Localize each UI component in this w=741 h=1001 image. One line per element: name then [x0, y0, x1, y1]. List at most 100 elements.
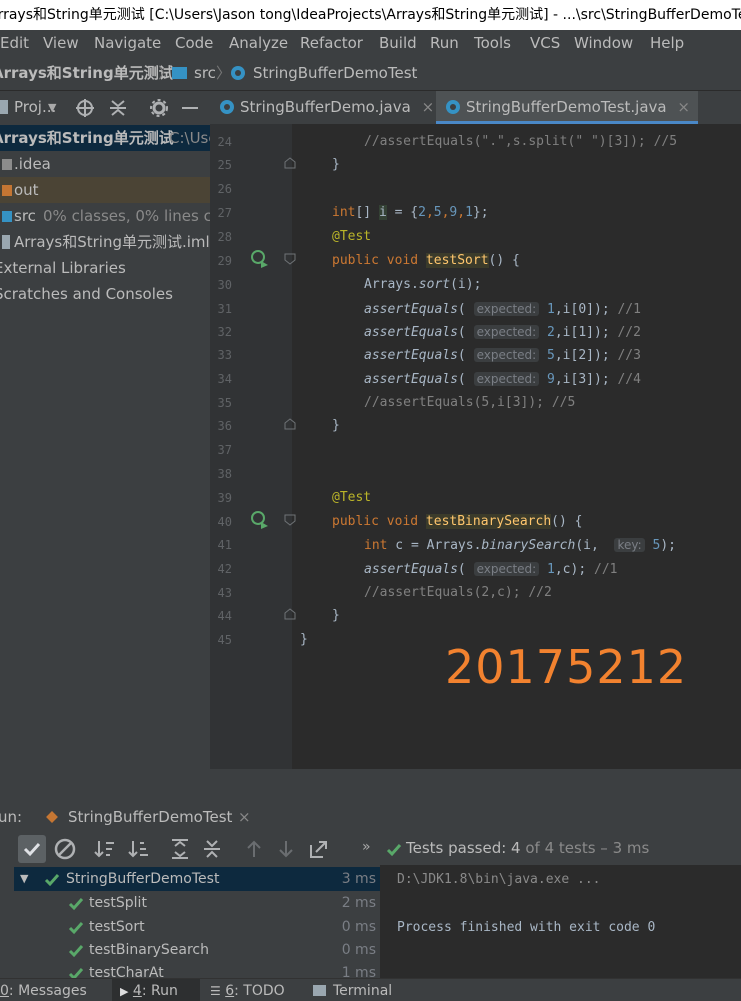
close-icon[interactable]: × [238, 801, 251, 833]
run-config-name[interactable]: StringBufferDemoTest [68, 801, 232, 833]
show-ignored-icon[interactable] [51, 835, 79, 863]
test-tree-item[interactable]: testSplit 2 ms [14, 891, 380, 915]
expand-chevron-icon[interactable]: ▼ [20, 867, 28, 891]
code-token: ,i[1]); [554, 325, 618, 340]
fold-marker-icon[interactable] [284, 418, 296, 430]
keyword: int [332, 205, 356, 220]
menu-build[interactable]: Build [379, 30, 417, 56]
tool-tab-todo[interactable]: ☰ 6: TODO [210, 979, 285, 1001]
tree-item-idea[interactable]: .idea [0, 151, 210, 177]
fold-marker-icon[interactable] [284, 157, 296, 169]
code-token: }; [472, 205, 489, 220]
previous-failed-icon[interactable] [240, 835, 268, 863]
collapse-all-icon[interactable] [110, 99, 126, 117]
test-tree-item[interactable]: testBinarySearch 0 ms [14, 938, 380, 962]
comment: //2 [617, 325, 641, 340]
tree-item-src[interactable]: src 0% classes, 0% lines co [0, 203, 210, 229]
code-token: (i); [450, 277, 482, 292]
line-number: 37 [217, 443, 232, 457]
breadcrumb-file[interactable]: StringBufferDemoTest [253, 56, 417, 90]
close-icon[interactable]: × [677, 98, 690, 116]
collapse-all-icon[interactable] [198, 835, 226, 863]
code-line-36: } [332, 418, 340, 433]
menu-refactor[interactable]: Refactor [300, 30, 363, 56]
close-icon[interactable]: × [422, 98, 435, 116]
test-name: StringBufferDemoTest [66, 871, 220, 887]
line-number: 38 [217, 467, 232, 481]
menu-run[interactable]: Run [430, 30, 459, 56]
test-tree-item[interactable]: testSort 0 ms [14, 915, 380, 939]
number: 1 [547, 302, 555, 317]
tab-stringbufferdemo[interactable]: StringBufferDemo.java × [220, 91, 435, 124]
tab-label: StringBufferDemoTest.java [466, 98, 667, 116]
folder-icon [2, 211, 12, 222]
menu-tools[interactable]: Tools [474, 30, 511, 56]
test-tree-item[interactable]: testCharAt 1 ms [14, 961, 380, 978]
test-name: testSplit [89, 895, 147, 911]
passed-check-icon [68, 968, 84, 978]
breadcrumb-project[interactable]: Arrays和String单元测试 [0, 56, 174, 90]
sort-by-duration-icon[interactable] [126, 835, 154, 863]
tree-item-iml[interactable]: Arrays和String单元测试.iml [0, 229, 210, 255]
tree-item-label: out [14, 181, 39, 199]
window-title: Arrays和String单元测试 [C:\Users\Jason tong\I… [0, 7, 741, 23]
more-icon[interactable]: » [362, 839, 371, 855]
locate-icon[interactable] [76, 99, 94, 117]
export-icon[interactable] [305, 835, 333, 863]
hide-icon[interactable] [182, 107, 198, 109]
breadcrumb-folder[interactable]: src [194, 56, 216, 90]
tree-item-external-libraries[interactable]: External Libraries [0, 255, 210, 281]
parameter-hint: expected: [473, 372, 540, 386]
tool-tab-label: : Messages [8, 983, 87, 999]
parameter-hint: expected: [473, 302, 540, 316]
dropdown-chevron-icon[interactable]: ▼ [48, 91, 56, 124]
number: 2 [418, 205, 426, 220]
show-passed-icon[interactable] [18, 835, 46, 863]
menu-navigate[interactable]: Navigate [94, 30, 161, 56]
line-number: 45 [217, 633, 232, 647]
menu-window[interactable]: Window [574, 30, 633, 56]
tool-tab-messages[interactable]: 0: Messages [0, 979, 87, 1001]
code-token: ,c); [554, 562, 594, 577]
fold-marker-icon[interactable] [284, 514, 296, 526]
run-side-strip [0, 865, 14, 978]
sort-alphabetically-icon[interactable] [92, 835, 120, 863]
status-text: Tests passed: [406, 839, 512, 857]
tool-tab-number: 0 [0, 983, 9, 999]
code-line-35: //assertEquals(5,i[3]); //5 [364, 395, 576, 410]
run-test-icon[interactable] [250, 249, 270, 269]
tree-item-scratches[interactable]: Scratches and Consoles [0, 281, 210, 307]
method-call: assertEquals [364, 325, 458, 340]
menu-analyze[interactable]: Analyze [229, 30, 288, 56]
method-call: assertEquals [364, 372, 458, 387]
tab-stringbufferdemotest[interactable]: StringBufferDemoTest.java × [436, 91, 698, 124]
test-tree-item[interactable]: ▼ StringBufferDemoTest 3 ms [14, 867, 380, 891]
number: 1 [547, 562, 555, 577]
expand-all-icon[interactable] [166, 835, 194, 863]
menu-view[interactable]: View [43, 30, 79, 56]
fold-marker-icon[interactable] [284, 253, 296, 265]
parameter-hint: expected: [473, 325, 540, 339]
menu-help[interactable]: Help [650, 30, 684, 56]
code-line-43: //assertEquals(2,c); //2 [364, 585, 552, 600]
menu-code[interactable]: Code [175, 30, 213, 56]
tool-tab-terminal[interactable]: Terminal [313, 979, 392, 1001]
method-call: binarySearch [481, 538, 576, 553]
test-duration: 1 ms [341, 965, 376, 978]
code-token: () { [551, 514, 583, 529]
comment: //3 [617, 348, 641, 363]
next-failed-icon[interactable] [272, 835, 300, 863]
menu-vcs[interactable]: VCS [530, 30, 560, 56]
tool-tab-run[interactable]: ▶ 4: Run [112, 979, 200, 1001]
menu-edit[interactable]: Edit [0, 30, 29, 56]
fold-marker-icon[interactable] [284, 608, 296, 620]
tree-item-root[interactable]: Arrays和String单元测试 C:\Users [0, 125, 210, 151]
tree-item-path: C:\Users [169, 129, 210, 147]
console-line: Process finished with exit code 0 [397, 920, 656, 935]
gear-icon[interactable] [150, 99, 168, 117]
tree-item-out[interactable]: out [0, 177, 210, 203]
run-test-icon[interactable] [250, 510, 270, 530]
variable: i [378, 205, 387, 220]
line-number: 34 [217, 372, 232, 386]
tree-item-label: External Libraries [0, 259, 126, 277]
